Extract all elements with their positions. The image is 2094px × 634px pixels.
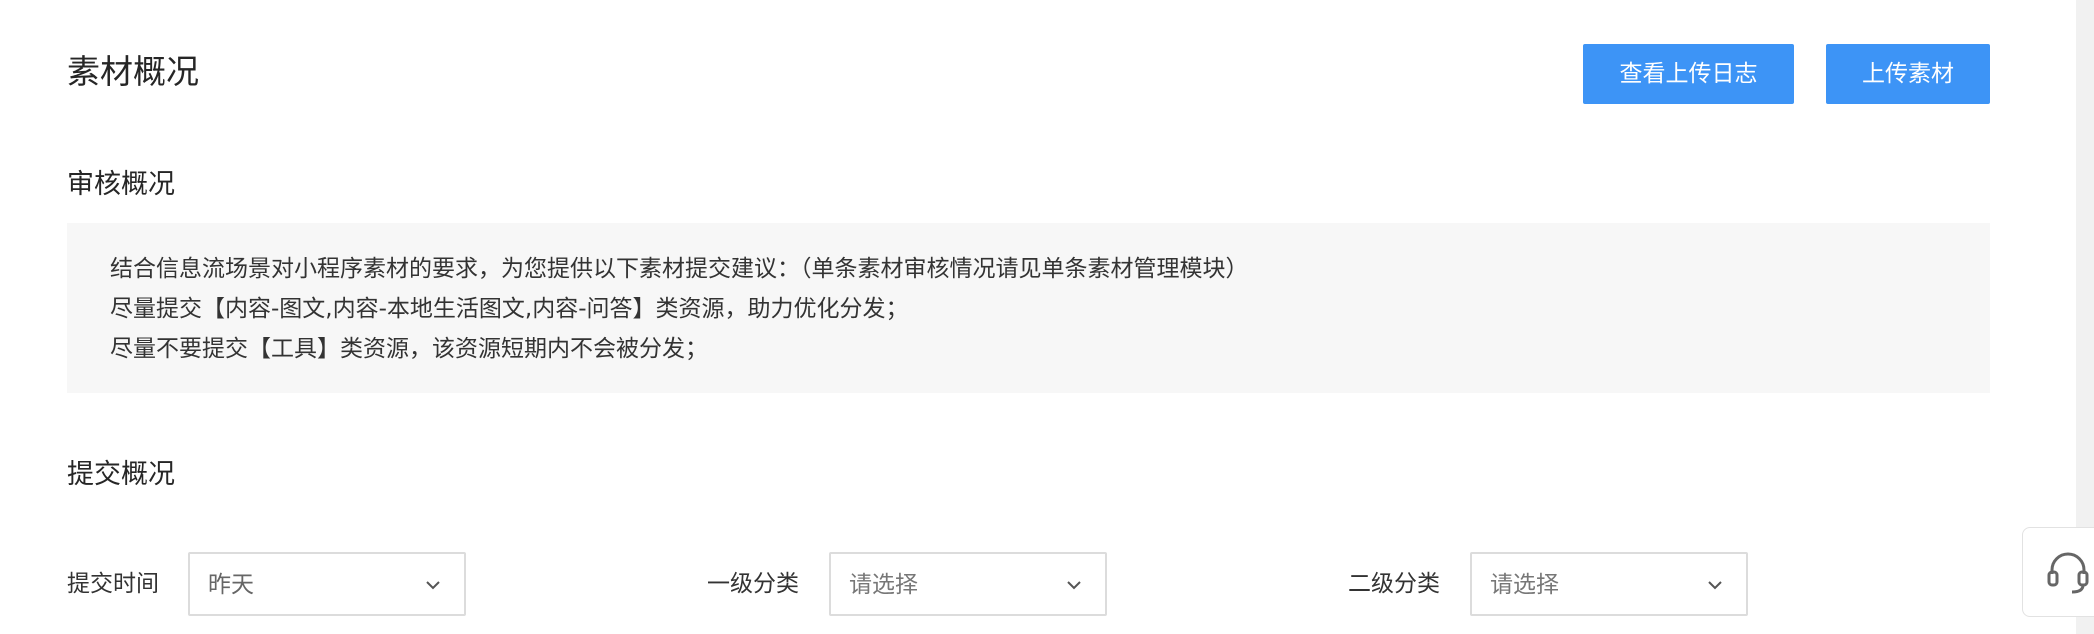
notice-line: 结合信息流场景对小程序素材的要求，为您提供以下素材提交建议：（单条素材审核情况请… (110, 256, 1249, 282)
submit-time-value: 昨天 (208, 572, 254, 598)
category-level1-label: 一级分类 (707, 571, 799, 597)
customer-support-button[interactable] (2022, 527, 2094, 617)
chevron-down-icon (426, 581, 440, 590)
category-level2-label: 二级分类 (1348, 571, 1440, 597)
notice-line: 尽量不要提交【工具】类资源，该资源短期内不会被分发； (110, 336, 708, 362)
submit-time-label: 提交时间 (67, 571, 159, 597)
notice-line: 尽量提交【内容-图文,内容-本地生活图文,内容-问答】类资源，助力优化分发； (110, 296, 909, 322)
review-notice-box: 结合信息流场景对小程序素材的要求，为您提供以下素材提交建议：（单条素材审核情况请… (67, 223, 1990, 393)
page-title: 素材概况 (67, 52, 199, 91)
upload-material-button[interactable]: 上传素材 (1826, 44, 1990, 104)
chevron-down-icon (1067, 581, 1081, 590)
category-level1-placeholder: 请选择 (849, 572, 918, 598)
page: 素材概况 查看上传日志 上传素材 审核概况 结合信息流场景对小程序素材的要求，为… (0, 0, 2094, 634)
view-upload-log-button[interactable]: 查看上传日志 (1583, 44, 1794, 104)
headset-icon (2047, 552, 2089, 594)
category-level2-placeholder: 请选择 (1490, 572, 1559, 598)
chevron-down-icon (1708, 581, 1722, 590)
submit-section-title: 提交概况 (67, 459, 175, 490)
category-level2-select[interactable]: 请选择 (1470, 552, 1748, 616)
review-section-title: 审核概况 (67, 169, 175, 200)
submit-time-select[interactable]: 昨天 (188, 552, 466, 616)
category-level1-select[interactable]: 请选择 (829, 552, 1107, 616)
